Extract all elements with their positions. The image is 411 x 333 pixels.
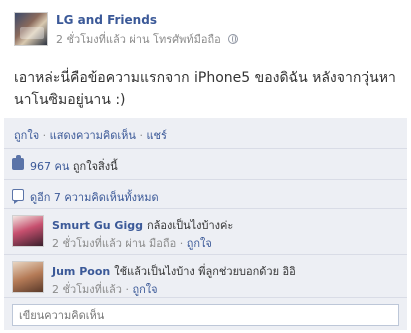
likes-suffix: ถูกใจสิ่งนี้ xyxy=(72,160,118,173)
comment-item: Jum Poon ใช้แล้วเป็นไงบ้าง พี่ลูกช่วยบอกด… xyxy=(4,254,407,296)
likes-count-link[interactable]: 967 คน xyxy=(30,160,69,173)
write-comment-input[interactable] xyxy=(12,304,399,326)
comment-body: Jum Poon ใช้แล้วเป็นไงบ้าง พี่ลูกช่วยบอกด… xyxy=(52,262,296,280)
likes-summary: 967 คน ถูกใจสิ่งนี้ xyxy=(30,157,118,175)
action-separator: · xyxy=(139,129,143,142)
write-comment-row xyxy=(4,297,407,330)
comment-body: Smurt Gu Gigg กล้องเป็นไงบ้างค่ะ xyxy=(52,216,233,234)
meta-separator: · xyxy=(125,283,129,296)
comment-meta: 2 ชั่วโมงที่แล้ว · ถูกใจ xyxy=(52,280,158,298)
comment-item: Smurt Gu Gigg กล้องเป็นไงบ้างค่ะ 2 ชั่วโม… xyxy=(4,208,407,253)
comment-text: กล้องเป็นไงบ้างค่ะ xyxy=(146,219,234,232)
comment-like-link[interactable]: ถูกใจ xyxy=(187,237,212,250)
like-thumb-icon xyxy=(12,155,24,170)
commenter-name-link[interactable]: Smurt Gu Gigg xyxy=(52,219,143,232)
post-meta: 2 ชั่วโมงที่แล้ว ผ่าน โทรศัพท์มือถือ xyxy=(56,30,239,48)
comment-bubble-icon xyxy=(12,189,24,204)
post-body-text: เอาหล่ะนี่คือข้อความแรกจาก iPhone5 ของดิ… xyxy=(14,70,396,108)
action-bar: ถูกใจ · แสดงความคิดเห็น · แชร์ xyxy=(14,126,167,144)
author-avatar[interactable] xyxy=(14,12,48,46)
share-link[interactable]: แชร์ xyxy=(146,129,166,142)
action-separator: · xyxy=(42,129,47,142)
like-link[interactable]: ถูกใจ xyxy=(14,129,39,142)
post-time-source[interactable]: 2 ชั่วโมงที่แล้ว ผ่าน โทรศัพท์มือถือ xyxy=(56,33,221,46)
mobile-post-card: LG and Friends 2 ชั่วโมงที่แล้ว ผ่าน โทร… xyxy=(0,0,411,333)
comment-like-link[interactable]: ถูกใจ xyxy=(132,283,157,296)
meta-separator: · xyxy=(179,237,184,250)
commenter-avatar[interactable] xyxy=(12,261,44,293)
likes-row: 967 คน ถูกใจสิ่งนี้ xyxy=(4,148,407,178)
commenter-avatar[interactable] xyxy=(12,215,44,247)
commenter-name-link[interactable]: Jum Poon xyxy=(52,265,110,278)
globe-icon xyxy=(228,34,239,44)
comment-link[interactable]: แสดงความคิดเห็น xyxy=(50,129,136,142)
post-header: LG and Friends 2 ชั่วโมงที่แล้ว ผ่าน โทร… xyxy=(14,12,404,46)
comment-text: ใช้แล้วเป็นไงบ้าง พี่ลูกช่วยบอกด้วย อิอิ xyxy=(114,265,296,278)
view-all-comments-link[interactable]: ดูอีก 7 ความคิดเห็นทั้งหมด xyxy=(30,188,159,206)
view-comments-row: ดูอีก 7 ความคิดเห็นทั้งหมด xyxy=(4,179,407,207)
comment-meta: 2 ชั่วโมงที่แล้ว ผ่าน มือถือ · ถูกใจ xyxy=(52,234,212,252)
comment-time: 2 ชั่วโมงที่แล้ว xyxy=(52,283,122,296)
author-name-link[interactable]: LG and Friends xyxy=(56,13,157,27)
comment-time: 2 ชั่วโมงที่แล้ว ผ่าน มือถือ xyxy=(52,237,177,250)
